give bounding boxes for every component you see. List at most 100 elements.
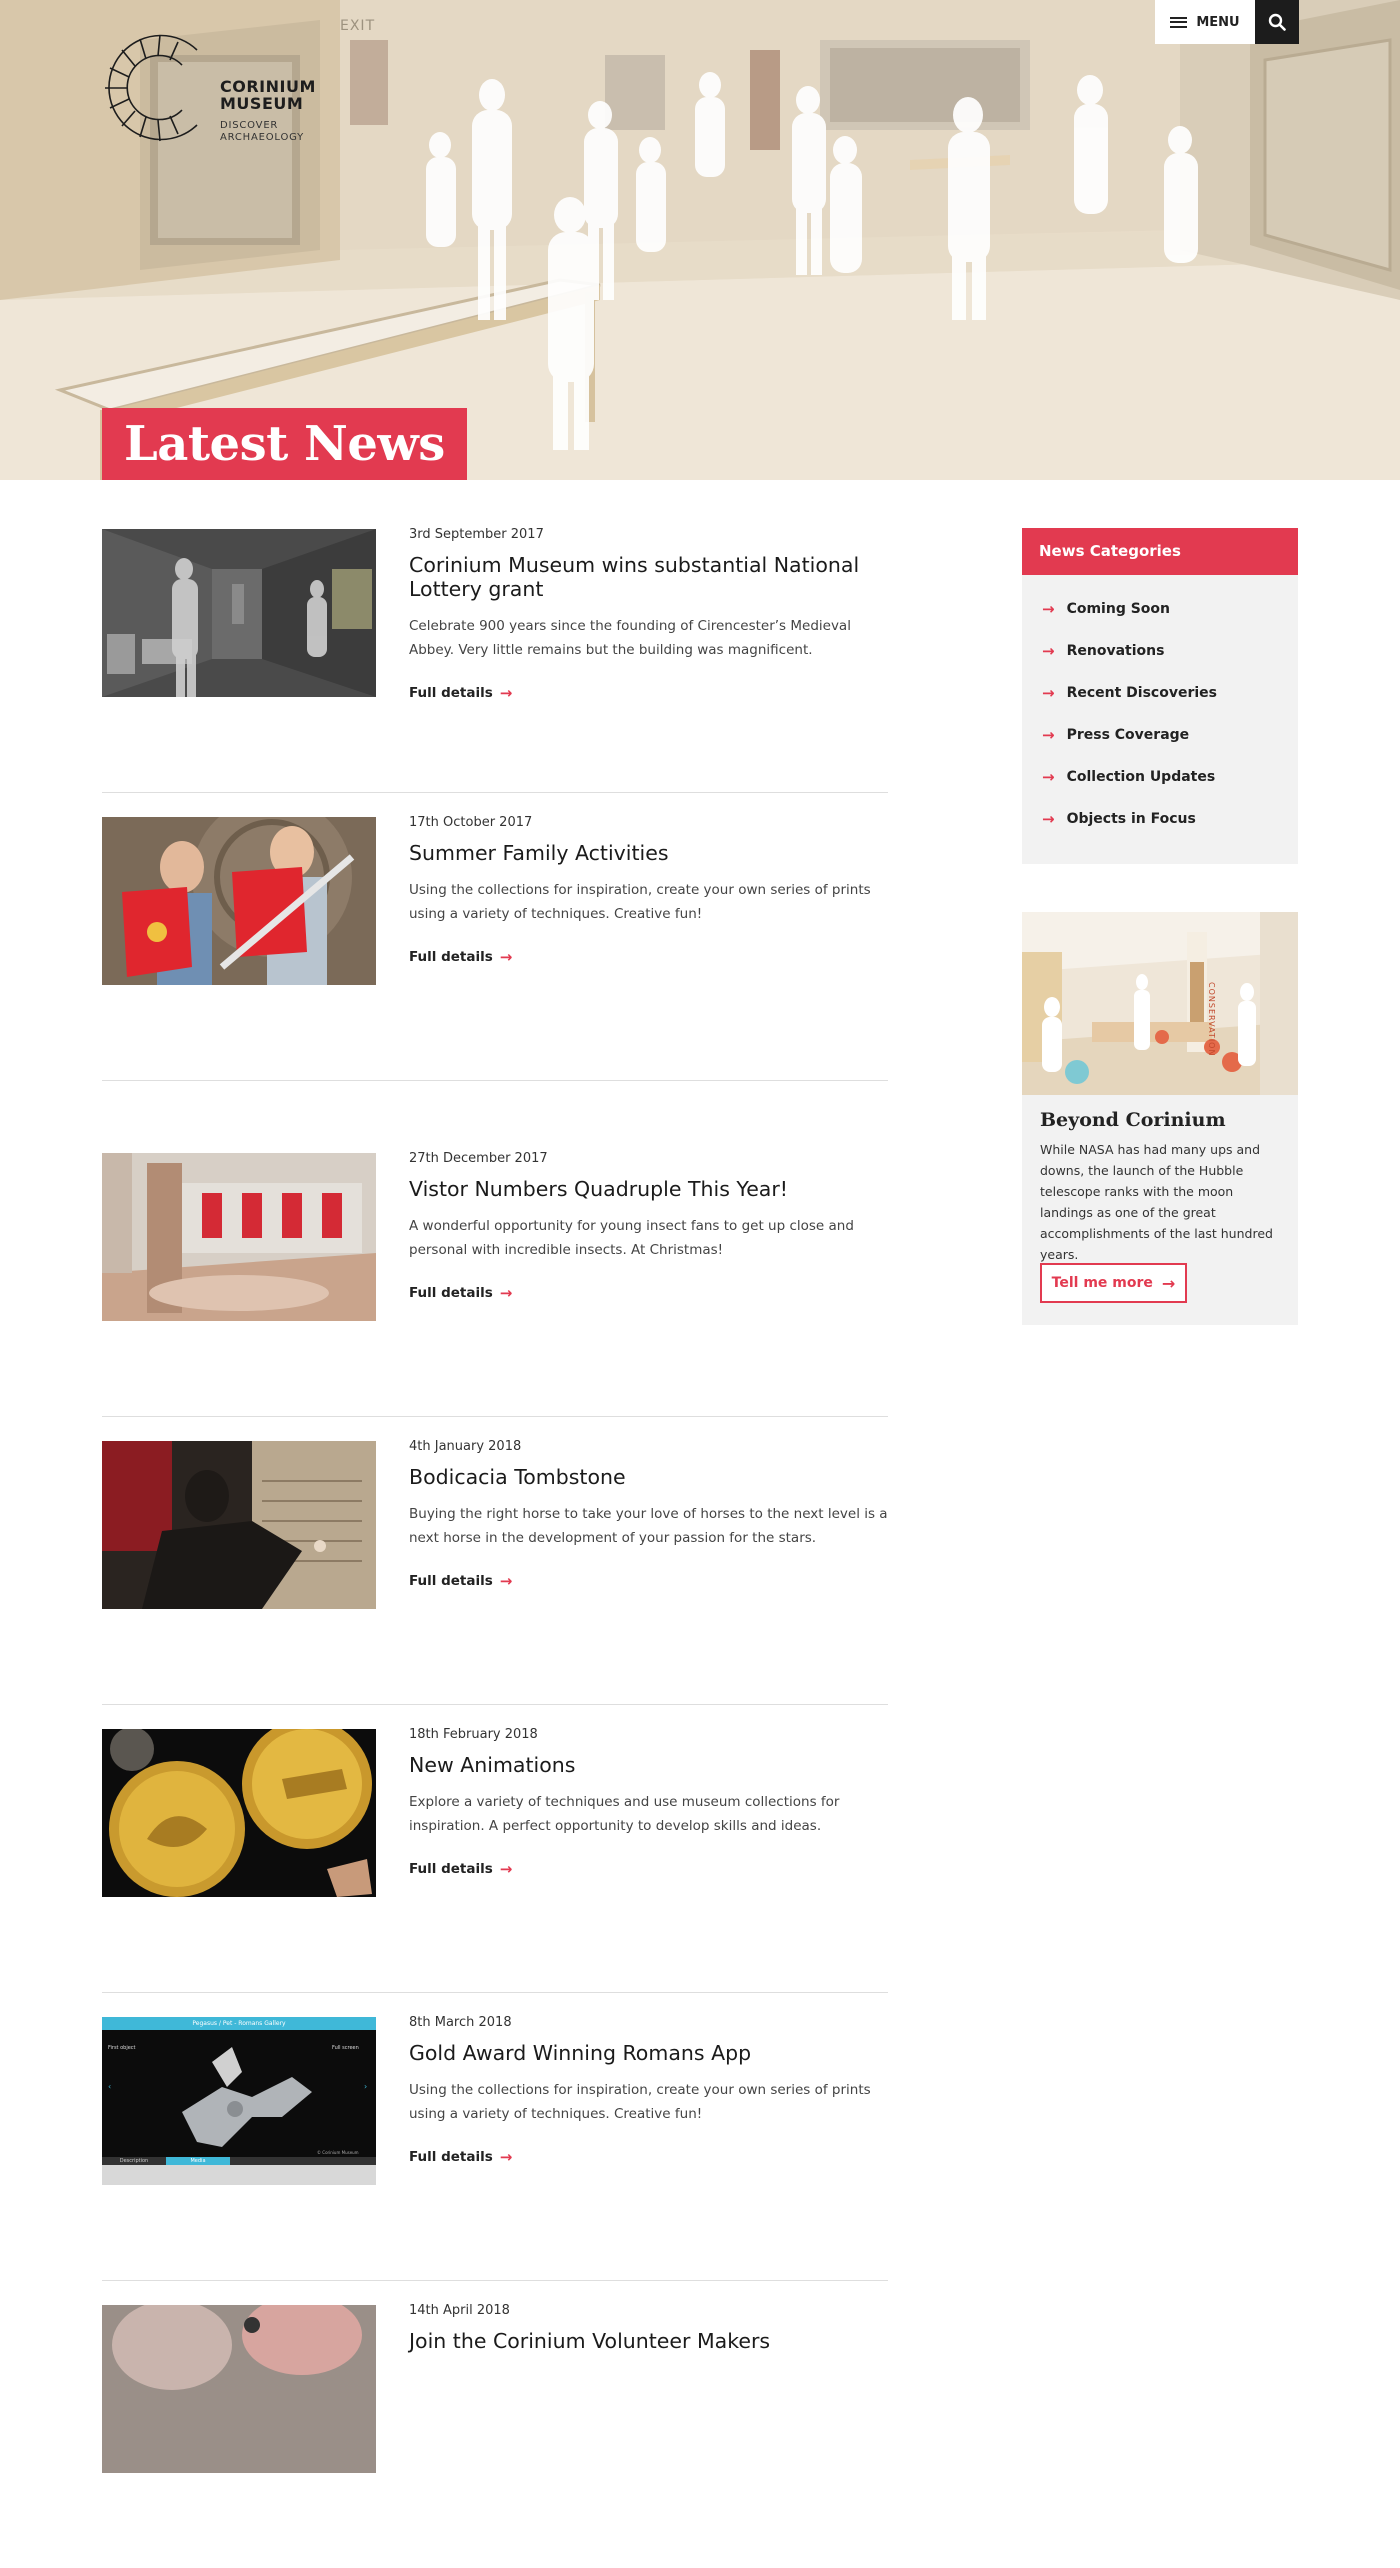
full-details-link[interactable]: Full details →	[409, 1572, 512, 1590]
hamburger-icon	[1170, 16, 1188, 28]
promo-image: CONSERVATION	[1022, 912, 1298, 1095]
arrow-right-icon: →	[1161, 1273, 1176, 1293]
arrow-right-icon: →	[1042, 684, 1055, 702]
hero-banner: EXIT CORINIUM MUSEUM DISCOVER ARCHAEOLOG…	[0, 0, 1400, 480]
news-title[interactable]: Bodicacia Tombstone	[409, 1465, 889, 1489]
news-date: 8th March 2018	[409, 2015, 512, 2030]
conservation-sign: CONSERVATION	[1207, 982, 1216, 1057]
beyond-corinium-promo: CONSERVATION Beyond Corinium While NASA …	[1022, 912, 1298, 1325]
arrow-right-icon: →	[499, 1860, 513, 1878]
news-excerpt: Using the collections for inspiration, c…	[409, 2082, 871, 2122]
arrow-right-icon: →	[1042, 600, 1055, 618]
news-excerpt: A wonderful opportunity for young insect…	[409, 1218, 854, 1258]
category-label: Objects in Focus	[1066, 811, 1196, 827]
news-body: 3rd September 2017 Corinium Museum wins …	[409, 526, 889, 702]
category-collection-updates[interactable]: → Collection Updates	[1022, 756, 1298, 798]
full-details-link[interactable]: Full details →	[409, 948, 512, 966]
menu-button[interactable]: MENU	[1155, 0, 1255, 44]
category-recent-discoveries[interactable]: → Recent Discoveries	[1022, 672, 1298, 714]
logo-mark-icon	[105, 34, 198, 142]
news-body: 8th March 2018 Gold Award Winning Romans…	[409, 2014, 889, 2166]
arrow-right-icon: →	[499, 684, 513, 702]
news-excerpt: Buying the right horse to take your love…	[409, 1506, 888, 1546]
news-thumbnail[interactable]	[102, 817, 376, 985]
full-details-label: Full details	[409, 1285, 493, 1301]
news-excerpt: Explore a variety of techniques and use …	[409, 1794, 840, 1834]
full-details-label: Full details	[409, 1573, 493, 1589]
museum-logo[interactable]: CORINIUM MUSEUM DISCOVER ARCHAEOLOGY	[102, 30, 342, 145]
news-thumbnail[interactable]	[102, 1729, 376, 1897]
full-details-link[interactable]: Full details →	[409, 684, 512, 702]
search-icon	[1268, 13, 1286, 31]
news-item: 14th April 2018 Join the Corinium Volunt…	[102, 2281, 888, 2568]
category-label: Renovations	[1066, 643, 1165, 659]
news-item: 4th January 2018 Bodicacia Tombstone Buy…	[102, 1417, 888, 1705]
category-renovations[interactable]: → Renovations	[1022, 630, 1298, 672]
full-details-label: Full details	[409, 949, 493, 965]
category-objects-in-focus[interactable]: → Objects in Focus	[1022, 798, 1298, 840]
app-tab-description: Description	[119, 2158, 149, 2164]
news-item: 27th December 2017 Vistor Numbers Quadru…	[102, 1081, 888, 1417]
news-thumbnail[interactable]	[102, 2305, 376, 2473]
news-title[interactable]: Summer Family Activities	[409, 841, 889, 865]
news-title[interactable]: Gold Award Winning Romans App	[409, 2041, 889, 2065]
full-details-label: Full details	[409, 1861, 493, 1877]
news-date: 27th December 2017	[409, 1151, 548, 1166]
logo-tagline: DISCOVER ARCHAEOLOGY	[220, 120, 305, 143]
news-excerpt: Celebrate 900 years since the founding o…	[409, 618, 851, 658]
news-body: 27th December 2017 Vistor Numbers Quadru…	[409, 1150, 889, 1302]
full-details-link[interactable]: Full details →	[409, 1860, 512, 1878]
news-title[interactable]: New Animations	[409, 1753, 889, 1777]
arrow-right-icon: →	[499, 1284, 513, 1302]
news-body: 17th October 2017 Summer Family Activiti…	[409, 814, 889, 966]
news-body: 18th February 2018 New Animations Explor…	[409, 1726, 889, 1878]
category-label: Press Coverage	[1066, 727, 1190, 743]
news-title[interactable]: Join the Corinium Volunteer Makers	[409, 2329, 889, 2353]
app-credit: © Corinium Museum	[317, 2150, 359, 2155]
page-title: Latest News	[102, 408, 467, 480]
news-item: 17th October 2017 Summer Family Activiti…	[102, 793, 888, 1081]
menu-label: MENU	[1196, 14, 1240, 30]
categories-list: → Coming Soon → Renovations → Recent Dis…	[1022, 575, 1298, 840]
arrow-right-icon: →	[1042, 642, 1055, 660]
app-tabs: Description Media	[102, 2157, 376, 2165]
full-details-label: Full details	[409, 2149, 493, 2165]
news-thumbnail[interactable]	[102, 1441, 376, 1609]
news-body: 14th April 2018 Join the Corinium Volunt…	[409, 2302, 889, 2353]
full-details-label: Full details	[409, 685, 493, 701]
news-title[interactable]: Vistor Numbers Quadruple This Year!	[409, 1177, 889, 1201]
news-item: 18th February 2018 New Animations Explor…	[102, 1705, 888, 1993]
category-label: Coming Soon	[1066, 601, 1171, 617]
full-details-link[interactable]: Full details →	[409, 1284, 512, 1302]
news-list: 3rd September 2017 Corinium Museum wins …	[102, 526, 889, 2568]
news-date: 17th October 2017	[409, 815, 533, 830]
category-label: Collection Updates	[1066, 769, 1216, 785]
app-tab-media: Media	[166, 2157, 230, 2165]
news-date: 14th April 2018	[409, 2303, 510, 2318]
search-button[interactable]	[1255, 0, 1299, 44]
news-thumbnail[interactable]	[102, 1153, 376, 1321]
news-categories-panel: News Categories → Coming Soon → Renovati…	[1022, 528, 1298, 864]
news-date: 4th January 2018	[409, 1439, 522, 1454]
tell-me-more-button[interactable]: Tell me more →	[1040, 1263, 1187, 1303]
news-title[interactable]: Corinium Museum wins substantial Nationa…	[409, 553, 889, 601]
arrow-right-icon: →	[1042, 726, 1055, 744]
news-thumbnail[interactable]	[102, 529, 376, 697]
app-caption	[102, 2165, 376, 2185]
tell-me-more-label: Tell me more	[1051, 1275, 1153, 1291]
arrow-right-icon: →	[1042, 810, 1055, 828]
exit-sign: EXIT	[340, 18, 376, 34]
news-thumbnail[interactable]: Pegasus / Pet - Romans Gallery First obj…	[102, 2017, 376, 2185]
news-body: 4th January 2018 Bodicacia Tombstone Buy…	[409, 1438, 889, 1590]
category-coming-soon[interactable]: → Coming Soon	[1022, 588, 1298, 630]
svg-text:›: ›	[364, 2082, 367, 2091]
full-details-link[interactable]: Full details →	[409, 2148, 512, 2166]
news-item: Pegasus / Pet - Romans Gallery First obj…	[102, 1993, 888, 2281]
svg-text:‹: ‹	[108, 2082, 111, 2091]
category-label: Recent Discoveries	[1066, 685, 1218, 701]
news-date: 18th February 2018	[409, 1727, 538, 1742]
category-press-coverage[interactable]: → Press Coverage	[1022, 714, 1298, 756]
arrow-right-icon: →	[499, 2148, 513, 2166]
news-date: 3rd September 2017	[409, 527, 544, 542]
categories-title: News Categories	[1022, 528, 1298, 575]
